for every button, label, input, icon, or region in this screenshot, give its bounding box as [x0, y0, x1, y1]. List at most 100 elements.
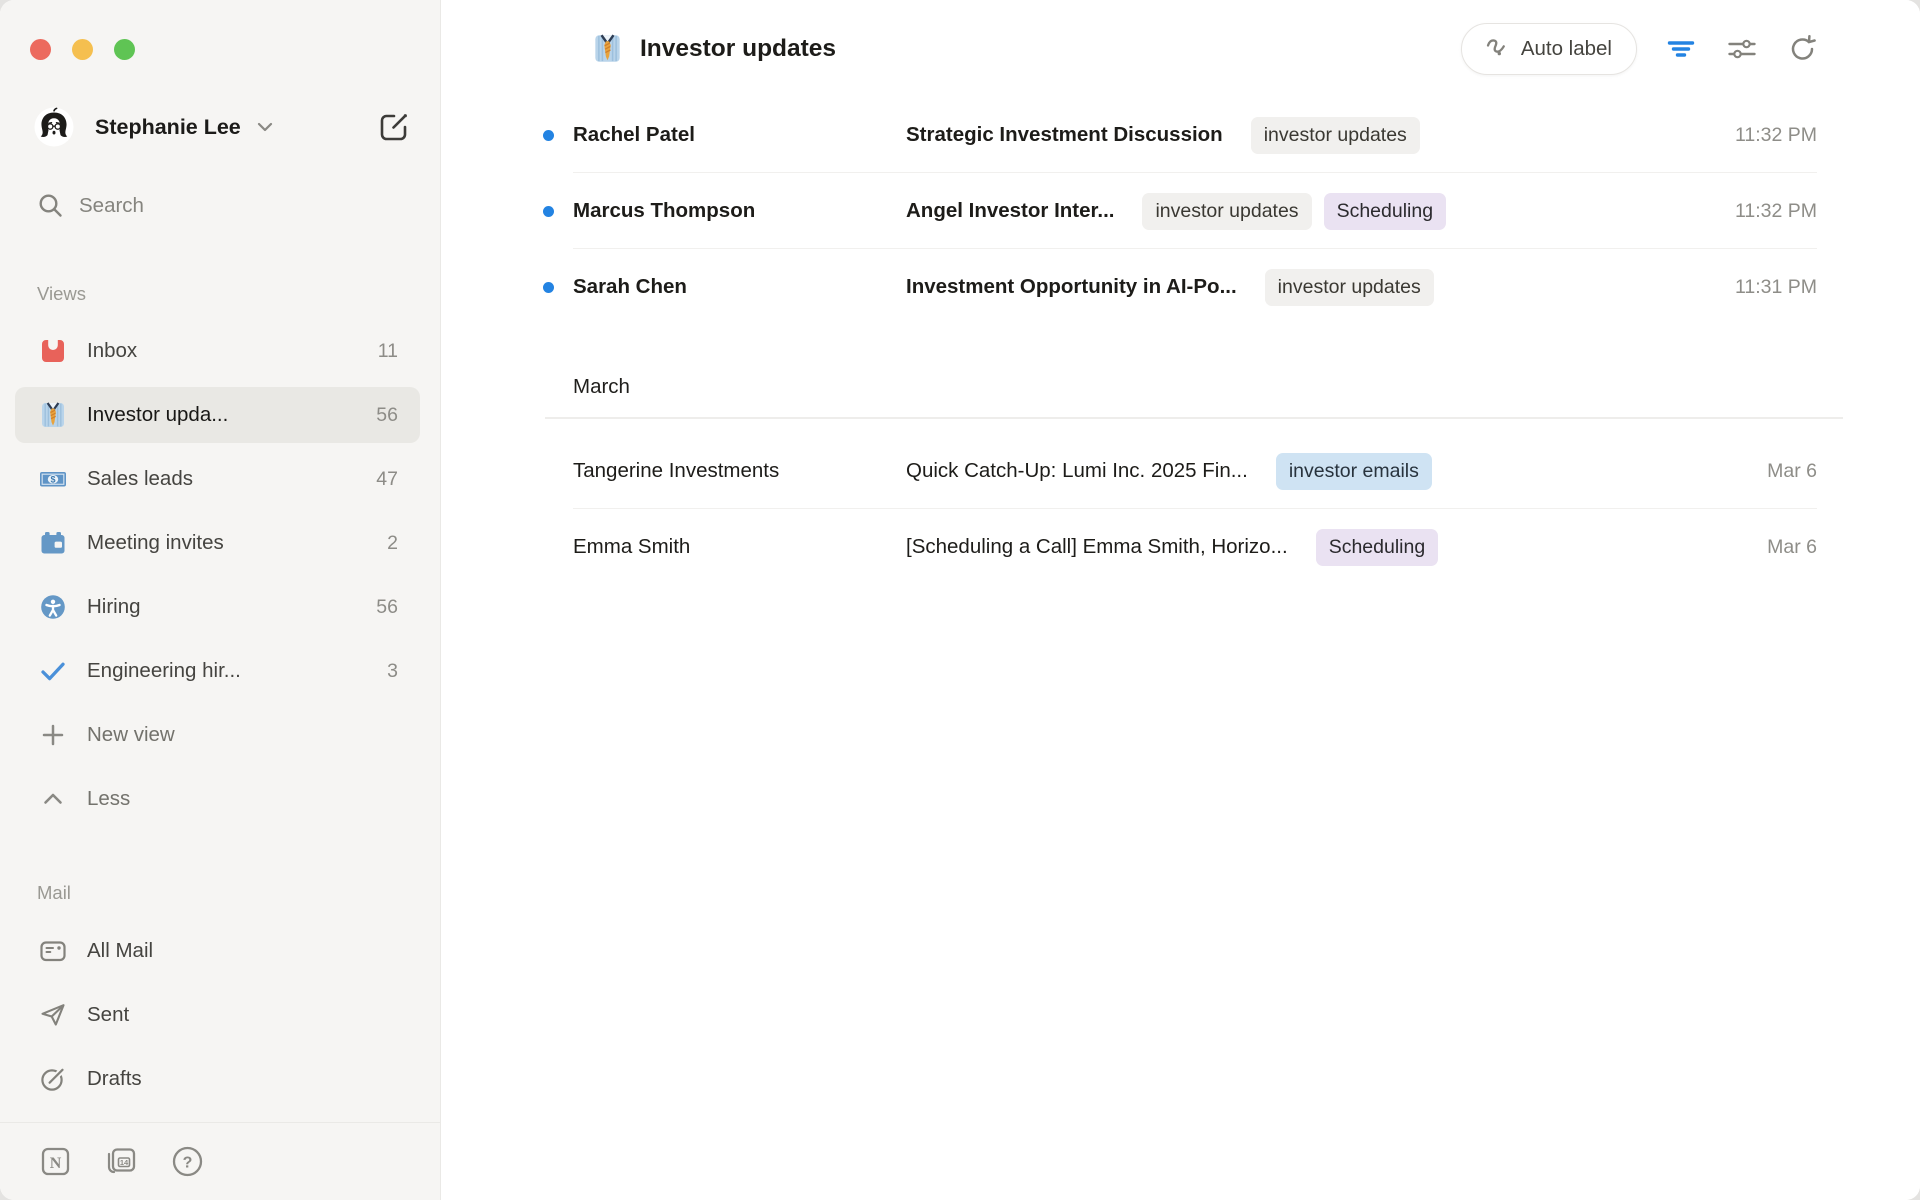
zoom-window-button[interactable] [114, 39, 135, 60]
inbox-icon [39, 337, 67, 365]
email-sender: Tangerine Investments [573, 459, 906, 483]
auto-label-text: Auto label [1521, 37, 1612, 61]
label-tag[interactable]: investor updates [1142, 193, 1311, 230]
sidebar-item-label: Investor upda... [87, 403, 228, 427]
email-sender: Sarah Chen [573, 275, 906, 299]
new-view-button[interactable]: New view [15, 707, 420, 763]
check-icon [39, 657, 67, 685]
email-subject: Strategic Investment Discussion [906, 123, 1223, 147]
plus-icon [39, 721, 67, 749]
email-tags: investor updates Scheduling [1142, 193, 1446, 230]
label-tag[interactable]: investor updates [1251, 117, 1420, 154]
mail-section-label: Mail [37, 882, 440, 904]
display-settings-icon[interactable] [1725, 32, 1759, 66]
sidebar-item-label: Sales leads [87, 467, 193, 491]
sidebar-item-count: 3 [387, 660, 398, 683]
sidebar-item-engineering-hiring[interactable]: Engineering hir... 3 [15, 643, 420, 699]
sidebar-item-label: Engineering hir... [87, 659, 241, 683]
email-time: Mar 6 [1743, 536, 1817, 559]
necktie-icon [39, 401, 67, 429]
email-row[interactable]: Emma Smith [Scheduling a Call] Emma Smit… [441, 509, 1920, 585]
send-icon [39, 1001, 67, 1029]
help-icon[interactable]: ? [171, 1145, 204, 1178]
calendar-icon [39, 529, 67, 557]
page-title: Investor updates [640, 35, 836, 63]
email-sender: Emma Smith [573, 535, 906, 559]
sidebar-item-meeting-invites[interactable]: Meeting invites 2 [15, 515, 420, 571]
sidebar-item-count: 56 [376, 596, 398, 619]
email-time: 11:32 PM [1711, 200, 1817, 223]
all-mail-icon [39, 937, 67, 965]
email-tags: Scheduling [1316, 529, 1439, 566]
search-label: Search [79, 194, 144, 218]
svg-text:14: 14 [120, 1158, 129, 1167]
sidebar-item-label: New view [87, 723, 175, 747]
search-button[interactable]: Search [37, 192, 412, 219]
sidebar-item-sent[interactable]: Sent [15, 987, 420, 1043]
avatar [34, 107, 74, 147]
sidebar-item-drafts[interactable]: Drafts [15, 1051, 420, 1107]
sidebar-item-label: All Mail [87, 939, 153, 963]
email-row[interactable]: Rachel Patel Strategic Investment Discus… [441, 97, 1920, 173]
email-tags: investor updates [1251, 117, 1420, 154]
label-tag[interactable]: investor updates [1265, 269, 1434, 306]
sidebar-item-label: Less [87, 787, 130, 811]
email-row[interactable]: Sarah Chen Investment Opportunity in AI-… [441, 249, 1920, 325]
svg-text:?: ? [183, 1155, 193, 1172]
email-sender: Rachel Patel [573, 123, 906, 147]
sidebar-item-count: 56 [376, 404, 398, 427]
group-divider [545, 417, 1843, 419]
sidebar-item-inbox[interactable]: Inbox 11 [15, 323, 420, 379]
sidebar-footer: N 14 ? [0, 1122, 440, 1200]
email-subject: Angel Investor Inter... [906, 199, 1114, 223]
group-header: March [573, 373, 1920, 401]
notion-calendar-icon[interactable]: 14 [105, 1146, 137, 1177]
email-tags: investor emails [1276, 453, 1432, 490]
unread-dot [543, 130, 554, 141]
label-tag[interactable]: Scheduling [1316, 529, 1439, 566]
user-name: Stephanie Lee [95, 115, 241, 140]
minimize-window-button[interactable] [72, 39, 93, 60]
refresh-icon[interactable] [1786, 32, 1820, 66]
mail-list: All Mail Sent [0, 923, 440, 1115]
less-button[interactable]: Less [15, 771, 420, 827]
drafts-icon [39, 1065, 67, 1093]
email-sender: Marcus Thompson [573, 199, 906, 223]
chevron-down-icon [254, 116, 276, 138]
sidebar-item-investor-updates[interactable]: Investor upda... 56 [15, 387, 420, 443]
email-row[interactable]: Marcus Thompson Angel Investor Inter... … [441, 173, 1920, 249]
compose-button[interactable] [376, 109, 412, 145]
auto-label-button[interactable]: Auto label [1461, 23, 1637, 75]
close-window-button[interactable] [30, 39, 51, 60]
label-tag[interactable]: investor emails [1276, 453, 1432, 490]
unread-dot [543, 282, 554, 293]
notion-icon[interactable]: N [40, 1146, 71, 1177]
view-header: Investor updates Auto label [441, 0, 1920, 97]
chevron-up-icon [39, 785, 67, 813]
views-section-label: Views [37, 283, 440, 305]
svg-text:$: $ [50, 474, 55, 484]
sidebar-item-label: Sent [87, 1003, 129, 1027]
email-list: Rachel Patel Strategic Investment Discus… [441, 97, 1920, 585]
sidebar-item-label: Drafts [87, 1067, 142, 1091]
accessibility-icon [39, 593, 67, 621]
sidebar-item-count: 47 [376, 468, 398, 491]
account-switcher[interactable]: Stephanie Lee [34, 107, 412, 147]
sidebar-item-sales-leads[interactable]: $ Sales leads 47 [15, 451, 420, 507]
label-tag[interactable]: Scheduling [1324, 193, 1447, 230]
banknote-icon: $ [39, 465, 67, 493]
email-row[interactable]: Tangerine Investments Quick Catch-Up: Lu… [441, 433, 1920, 509]
sidebar-item-label: Meeting invites [87, 531, 224, 555]
sidebar-item-label: Inbox [87, 339, 137, 363]
sidebar-item-hiring[interactable]: Hiring 56 [15, 579, 420, 635]
window-controls [0, 0, 440, 60]
filter-icon[interactable] [1664, 32, 1698, 66]
unread-dot [543, 206, 554, 217]
sidebar: Stephanie Lee Search Views [0, 0, 441, 1200]
email-tags: investor updates [1265, 269, 1434, 306]
email-time: Mar 6 [1743, 460, 1817, 483]
sidebar-item-all-mail[interactable]: All Mail [15, 923, 420, 979]
necktie-icon [592, 33, 623, 64]
mail-app-window: Stephanie Lee Search Views [0, 0, 1920, 1200]
search-icon [37, 192, 64, 219]
